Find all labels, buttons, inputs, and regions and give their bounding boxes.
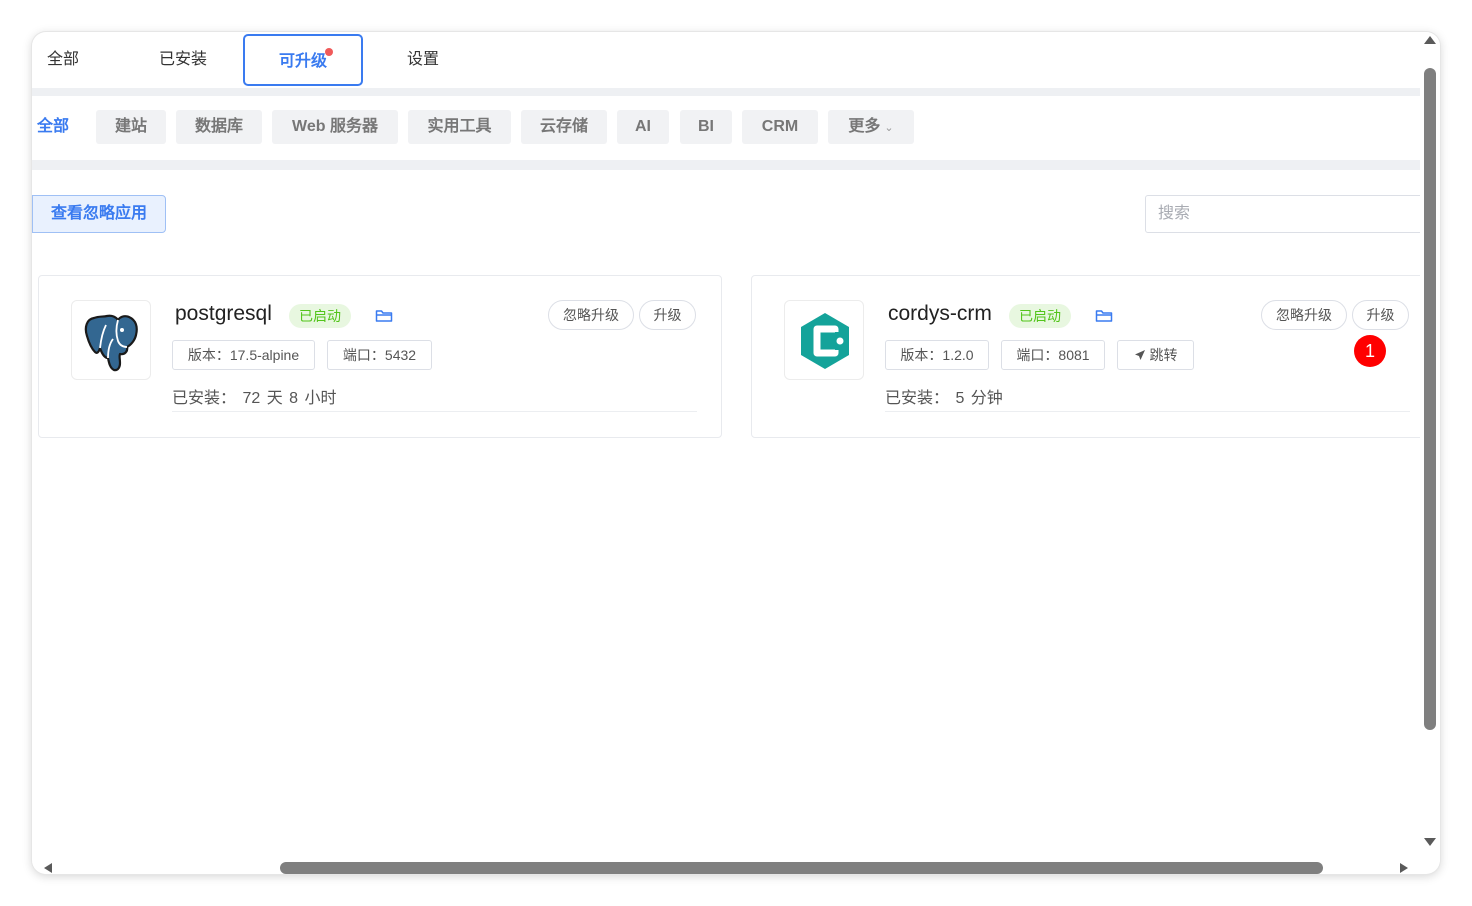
category-cloud-storage[interactable]: 云存储 (521, 110, 607, 144)
vertical-scrollbar[interactable] (1420, 32, 1440, 862)
app-logo (71, 300, 151, 380)
category-web-server[interactable]: Web 服务器 (272, 110, 398, 144)
ignore-upgrade-button[interactable]: 忽略升级 (548, 300, 634, 330)
tabs-divider (32, 88, 1420, 96)
tab-upgradable-label: 可升级 (278, 53, 327, 70)
count-badge: 1 (1354, 335, 1386, 367)
jump-button[interactable]: 跳转 (1117, 340, 1194, 370)
scroll-right-arrow-icon[interactable] (1400, 863, 1408, 873)
app-logo (784, 300, 864, 380)
category-more-label: 更多 (848, 118, 881, 135)
category-crm[interactable]: CRM (742, 110, 818, 144)
cordys-crm-icon (801, 313, 849, 369)
vertical-scroll-thumb[interactable] (1424, 68, 1436, 730)
version-tag: 版本：17.5-alpine (172, 340, 315, 370)
installed-time: 已安装： 72 天 8 小时 (172, 390, 337, 407)
card-divider (172, 411, 697, 412)
app-store-content: 全部 已安装 可升级 设置 全部 建站 数据库 Web 服务器 实用工具 云存储… (32, 32, 1420, 862)
notification-dot (325, 48, 333, 56)
filter-divider (32, 160, 1420, 170)
port-tag: 端口：5432 (327, 340, 432, 370)
chevron-down-icon: ⌄ (884, 122, 894, 134)
folder-icon[interactable] (375, 308, 393, 324)
category-database[interactable]: 数据库 (176, 110, 262, 144)
upgrade-button[interactable]: 升级 (1352, 300, 1409, 330)
category-ai[interactable]: AI (617, 110, 669, 144)
app-card-cordys-crm: cordys-crm 已启动 忽略升级 升级 1 版本：1.2.0 端口：808… (751, 275, 1420, 438)
folder-icon[interactable] (1095, 308, 1113, 324)
version-tag: 版本：1.2.0 (885, 340, 989, 370)
status-badge: 已启动 (1009, 304, 1071, 328)
port-tag: 端口：8081 (1001, 340, 1105, 370)
category-more[interactable]: 更多 ⌄ (828, 110, 914, 144)
app-store-window: 全部 已安装 可升级 设置 全部 建站 数据库 Web 服务器 实用工具 云存储… (32, 32, 1440, 874)
tab-upgradable[interactable]: 可升级 (243, 34, 363, 86)
installed-time: 已安装： 5 分钟 (885, 390, 1003, 407)
horizontal-scrollbar[interactable] (32, 862, 1420, 874)
category-website[interactable]: 建站 (96, 110, 166, 144)
app-name: cordys-crm (888, 302, 992, 325)
card-divider (885, 411, 1410, 412)
upgrade-button[interactable]: 升级 (639, 300, 696, 330)
search-input[interactable] (1158, 204, 1398, 224)
scroll-up-arrow-icon[interactable] (1424, 36, 1436, 44)
app-card-postgresql: postgresql 已启动 忽略升级 升级 版本：17.5-alpine 端口… (38, 275, 722, 438)
main-tabs: 全部 已安装 可升级 设置 (32, 32, 1420, 88)
category-bi[interactable]: BI (680, 110, 732, 144)
postgresql-elephant-icon (84, 314, 138, 372)
view-ignored-apps-button[interactable]: 查看忽略应用 (32, 195, 166, 233)
scroll-left-arrow-icon[interactable] (44, 863, 52, 873)
status-badge: 已启动 (289, 304, 351, 328)
category-all[interactable]: 全部 (32, 110, 74, 144)
jump-label: 跳转 (1149, 347, 1178, 363)
category-tools[interactable]: 实用工具 (408, 110, 511, 144)
horizontal-scroll-thumb[interactable] (280, 862, 1323, 874)
tab-all[interactable]: 全部 (32, 34, 94, 86)
app-name: postgresql (175, 302, 272, 325)
send-icon (1134, 350, 1145, 360)
tab-settings[interactable]: 设置 (394, 34, 452, 86)
search-box (1145, 195, 1420, 233)
scroll-down-arrow-icon[interactable] (1424, 838, 1436, 846)
category-filter: 全部 建站 数据库 Web 服务器 实用工具 云存储 AI BI CRM 更多 ⌄ (32, 110, 1420, 144)
ignore-upgrade-button[interactable]: 忽略升级 (1261, 300, 1347, 330)
tab-installed[interactable]: 已安装 (142, 34, 224, 86)
